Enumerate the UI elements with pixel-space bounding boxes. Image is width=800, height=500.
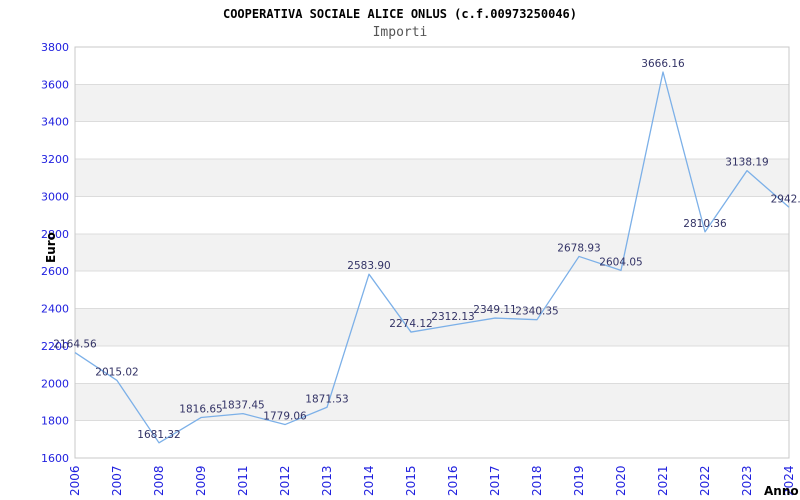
point-label: 1681.32 [137, 429, 180, 441]
point-label: 3666.16 [641, 58, 685, 70]
point-label: 2583.90 [347, 260, 390, 272]
chart-page: { "chart_data": { "type": "line", "title… [0, 0, 800, 500]
x-axis-tick-label: 2008 [152, 465, 166, 496]
x-axis-tick-label: 2009 [194, 465, 208, 496]
point-label: 2604.05 [599, 256, 642, 268]
x-axis-tick-label: 2006 [68, 465, 82, 496]
y-axis-tick-label: 2400 [41, 303, 69, 316]
y-axis-tick-label: 3600 [41, 78, 69, 91]
point-label: 2164.56 [53, 339, 97, 351]
point-label: 1871.53 [305, 393, 348, 405]
x-axis-tick-label: 2019 [572, 465, 586, 496]
grid-band [75, 159, 789, 197]
point-label: 1779.06 [263, 411, 307, 423]
x-axis-title: Anno [764, 484, 799, 498]
point-label: 2942.0 [771, 193, 800, 205]
y-axis-tick-label: 3800 [41, 41, 69, 54]
point-label: 2312.13 [431, 311, 474, 323]
point-label: 2678.93 [557, 242, 600, 254]
grid-band [75, 345, 789, 384]
point-label: 1837.45 [221, 400, 264, 412]
point-label: 2274.12 [389, 318, 432, 330]
x-axis-tick-label: 2016 [446, 465, 460, 496]
y-axis-title: Euro [44, 232, 58, 263]
x-axis-tick-label: 2018 [530, 465, 544, 496]
x-axis-tick-label: 2011 [236, 465, 250, 496]
grid-band [75, 196, 789, 234]
grid-band [75, 420, 789, 458]
point-label: 2810.36 [683, 218, 727, 230]
x-axis-tick-label: 2007 [110, 465, 124, 496]
x-axis-tick-label: 2012 [278, 465, 292, 496]
grid-band [75, 84, 789, 122]
x-axis-tick-label: 2023 [740, 465, 754, 496]
point-label: 3138.19 [725, 157, 768, 169]
y-axis-tick-label: 3200 [41, 153, 69, 166]
point-label: 2015.02 [95, 366, 138, 378]
y-axis-tick-label: 1600 [41, 452, 69, 465]
x-axis-tick-label: 2015 [404, 465, 418, 496]
y-axis-tick-label: 1800 [41, 415, 69, 428]
y-axis-tick-label: 3000 [41, 190, 69, 203]
y-axis-tick-label: 2000 [41, 377, 69, 390]
x-axis-tick-label: 2021 [656, 465, 670, 496]
x-axis-tick-label: 2020 [614, 465, 628, 496]
point-label: 2349.11 [473, 304, 516, 316]
x-axis-tick-label: 2022 [698, 465, 712, 496]
x-axis-tick-label: 2014 [362, 465, 376, 496]
importi-line-chart: 3800360034003200300028002600240022002000… [41, 41, 800, 498]
y-axis-tick-label: 3400 [41, 116, 69, 129]
point-label: 2340.35 [515, 306, 558, 318]
point-label: 1816.65 [179, 404, 222, 416]
x-axis-tick-label: 2017 [488, 465, 502, 496]
grid-band [75, 121, 789, 160]
grid-band [75, 233, 789, 272]
y-axis-tick-label: 2600 [41, 265, 69, 278]
grid-band [75, 271, 789, 309]
x-axis-tick-label: 2013 [320, 465, 334, 496]
